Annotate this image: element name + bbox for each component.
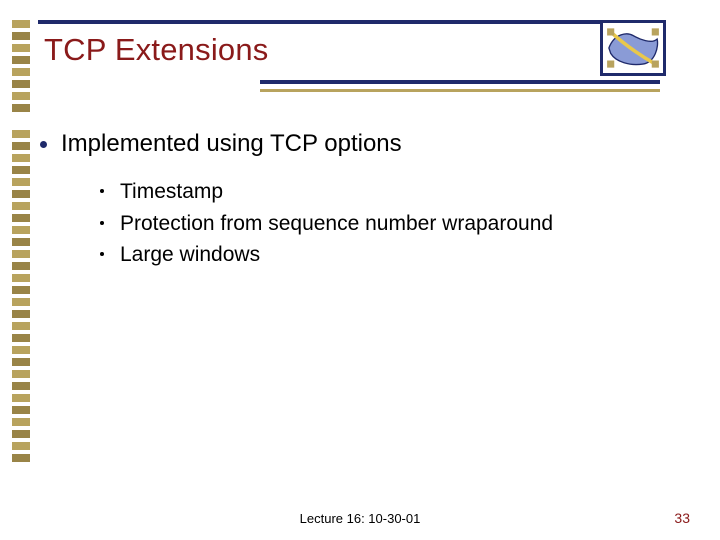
bullet-sub: Protection from sequence number wraparou… (100, 208, 680, 240)
bullet-sub: Timestamp (100, 176, 680, 208)
bullet-dot-icon (100, 252, 104, 256)
bullet-dot-icon (40, 141, 47, 148)
logo-icon (600, 20, 666, 76)
decorative-stripes (12, 20, 30, 468)
slide-title: TCP Extensions (44, 32, 269, 68)
footer-lecture-label: Lecture 16: 10-30-01 (0, 511, 720, 526)
sub-bullet-list: Timestamp Protection from sequence numbe… (100, 176, 680, 271)
slide: TCP Extensions Implemented using TCP opt… (0, 0, 720, 540)
bullet-dot-icon (100, 221, 104, 225)
slide-content: Implemented using TCP options Timestamp … (40, 130, 680, 271)
bullet-sub-text: Large windows (120, 239, 260, 271)
bullet-dot-icon (100, 189, 104, 193)
header-rule (38, 20, 618, 24)
title-underline (260, 80, 660, 92)
footer-page-number: 33 (674, 510, 690, 526)
bullet-sub: Large windows (100, 239, 680, 271)
bullet-main-text: Implemented using TCP options (61, 130, 402, 158)
bullet-sub-text: Protection from sequence number wraparou… (120, 208, 553, 240)
bullet-main: Implemented using TCP options (40, 130, 680, 158)
bullet-sub-text: Timestamp (120, 176, 223, 208)
